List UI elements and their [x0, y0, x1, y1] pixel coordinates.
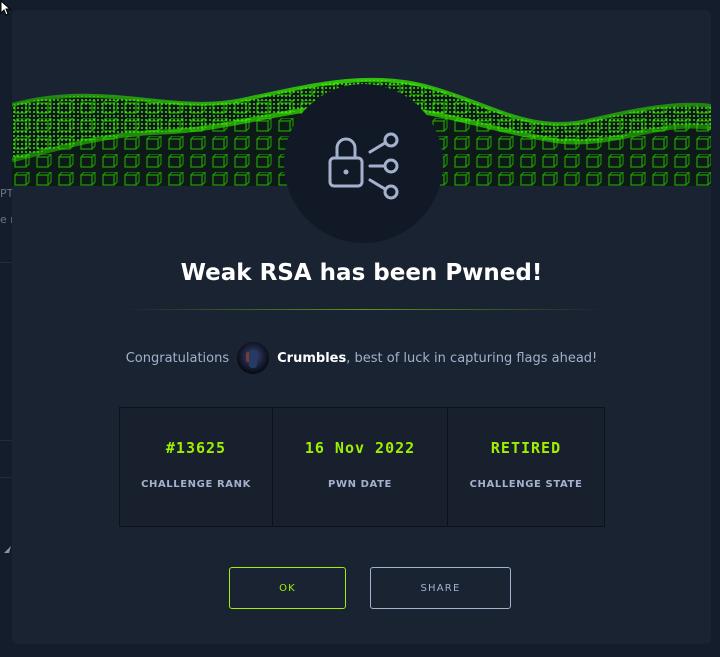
stat-value: RETIRED [490, 439, 562, 457]
congrats-prefix: Congratulations [125, 350, 230, 366]
stat-label: PWN DATE [328, 479, 392, 490]
stat-challenge-state: RETIRED CHALLENGE STATE [448, 408, 604, 526]
stat-label: CHALLENGE RANK [141, 479, 251, 490]
background-arrow-icon [4, 546, 11, 553]
stat-value: 16 Nov 2022 [304, 439, 416, 457]
username: Crumbles [277, 350, 347, 366]
lock-share-icon [328, 132, 398, 199]
mouse-cursor-icon [0, 0, 12, 16]
background-divider [0, 262, 12, 263]
avatar [237, 342, 270, 374]
background-divider [0, 477, 12, 478]
challenge-badge [284, 84, 443, 243]
background-divider [0, 440, 12, 441]
share-button[interactable]: SHARE [370, 567, 511, 609]
title-divider [124, 309, 604, 310]
pwned-modal: Weak RSA has been Pwned! Congratulations… [12, 10, 711, 644]
stats-panel: #13625 CHALLENGE RANK 16 Nov 2022 PWN DA… [119, 407, 605, 527]
stat-challenge-rank: #13625 CHALLENGE RANK [120, 408, 273, 526]
stat-label: CHALLENGE STATE [469, 479, 583, 490]
congratulations-message: Congratulations Crumbles , best of luck … [12, 342, 711, 374]
stat-value: #13625 [165, 439, 227, 457]
congrats-suffix: , best of luck in capturing flags ahead! [346, 350, 598, 366]
ok-button[interactable]: OK [229, 567, 346, 609]
stat-pwn-date: 16 Nov 2022 PWN DATE [273, 408, 448, 526]
modal-title: Weak RSA has been Pwned! [180, 260, 543, 286]
